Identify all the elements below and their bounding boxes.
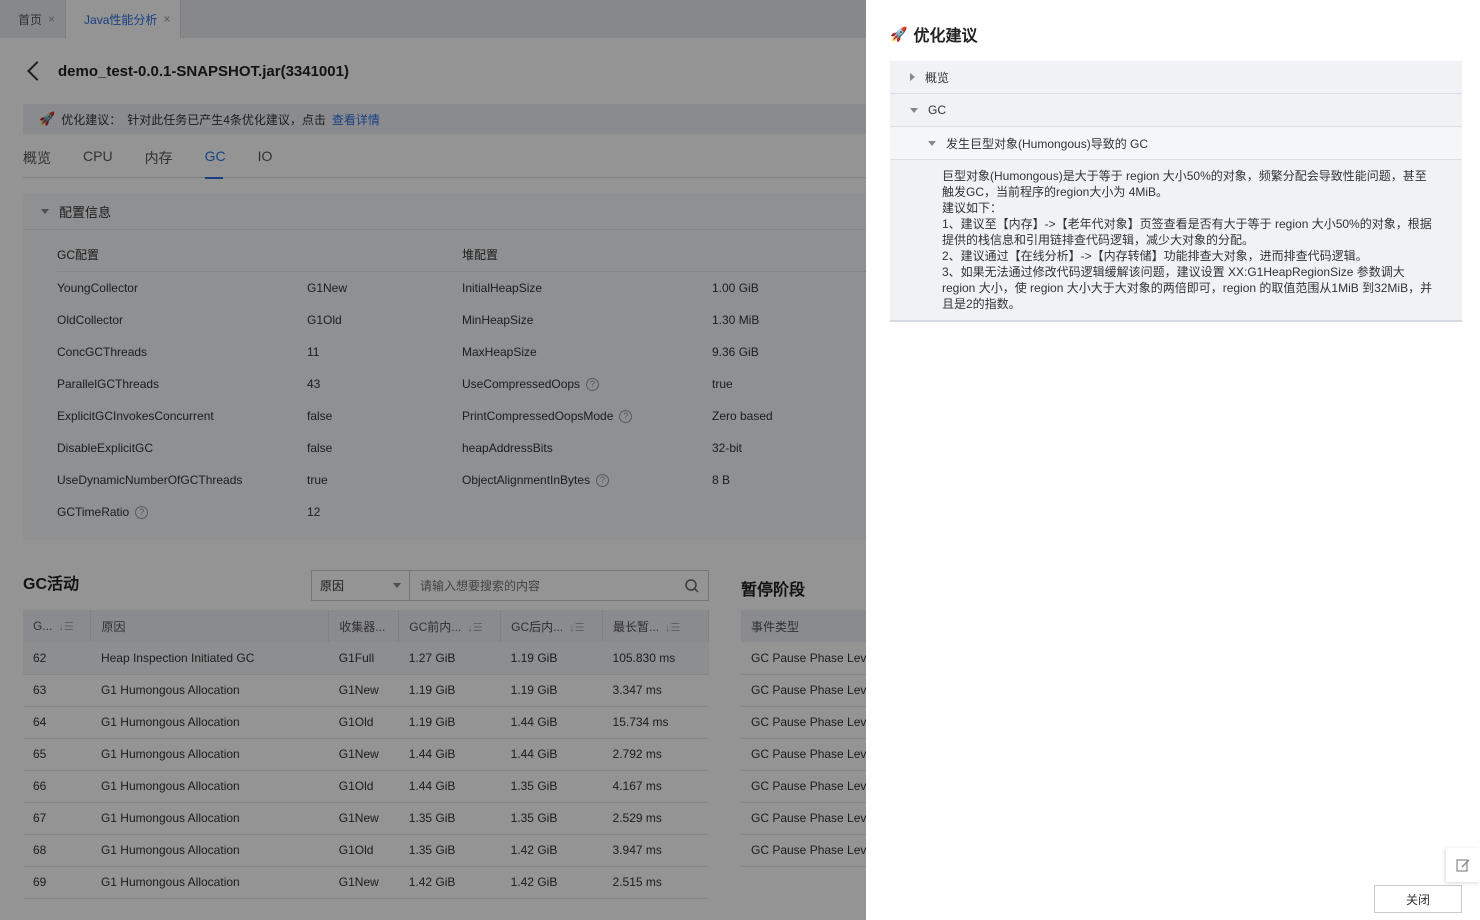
rocket-icon: 🚀 xyxy=(890,25,908,42)
detail-paragraph: 建议如下： xyxy=(942,201,1003,215)
tree-node-gc[interactable]: GC xyxy=(890,94,1462,127)
caret-right-icon xyxy=(910,73,915,81)
detail-paragraph: 2、建议通过【在线分析】->【内存转储】功能排查大对象，进而排查代码逻辑。 xyxy=(942,249,1368,263)
tree-node-label: GC xyxy=(928,103,946,117)
tree-node-humongous-gc[interactable]: 发生巨型对象(Humongous)导致的 GC xyxy=(890,127,1462,160)
suggestions-drawer: 🚀 优化建议 概览 GC 发生巨型对象(Humongous)导致的 GC 巨型对… xyxy=(866,0,1480,920)
detail-paragraph: 巨型对象(Humongous)是大于等于 region 大小50%的对象，频繁分… xyxy=(942,169,1427,199)
modal-overlay[interactable] xyxy=(0,0,866,920)
close-button[interactable]: 关闭 xyxy=(1374,885,1462,913)
drawer-title: 优化建议 xyxy=(913,28,978,45)
tree-node-overview[interactable]: 概览 xyxy=(890,61,1462,94)
background-page: 首页 × Java性能分析 × demo_test-0.0.1-SNAPSHOT… xyxy=(0,0,866,920)
tree-node-label: 概览 xyxy=(925,70,950,85)
suggestion-tree: 概览 GC 发生巨型对象(Humongous)导致的 GC 巨型对象(Humon… xyxy=(890,61,1462,322)
tree-node-label: 发生巨型对象(Humongous)导致的 GC xyxy=(946,136,1149,151)
suggestion-detail: 巨型对象(Humongous)是大于等于 region 大小50%的对象，频繁分… xyxy=(890,160,1462,322)
detail-paragraph: 1、建议至【内存】->【老年代对象】页签查看是否有大于等于 region 大小5… xyxy=(942,217,1432,247)
caret-down-icon xyxy=(928,140,936,146)
caret-down-icon xyxy=(910,107,918,113)
feedback-edit-icon[interactable] xyxy=(1446,848,1480,882)
detail-paragraph: 3、如果无法通过修改代码逻辑缓解该问题，建议设置 XX:G1HeapRegion… xyxy=(942,265,1433,311)
drawer-header: 🚀 优化建议 xyxy=(890,22,977,46)
